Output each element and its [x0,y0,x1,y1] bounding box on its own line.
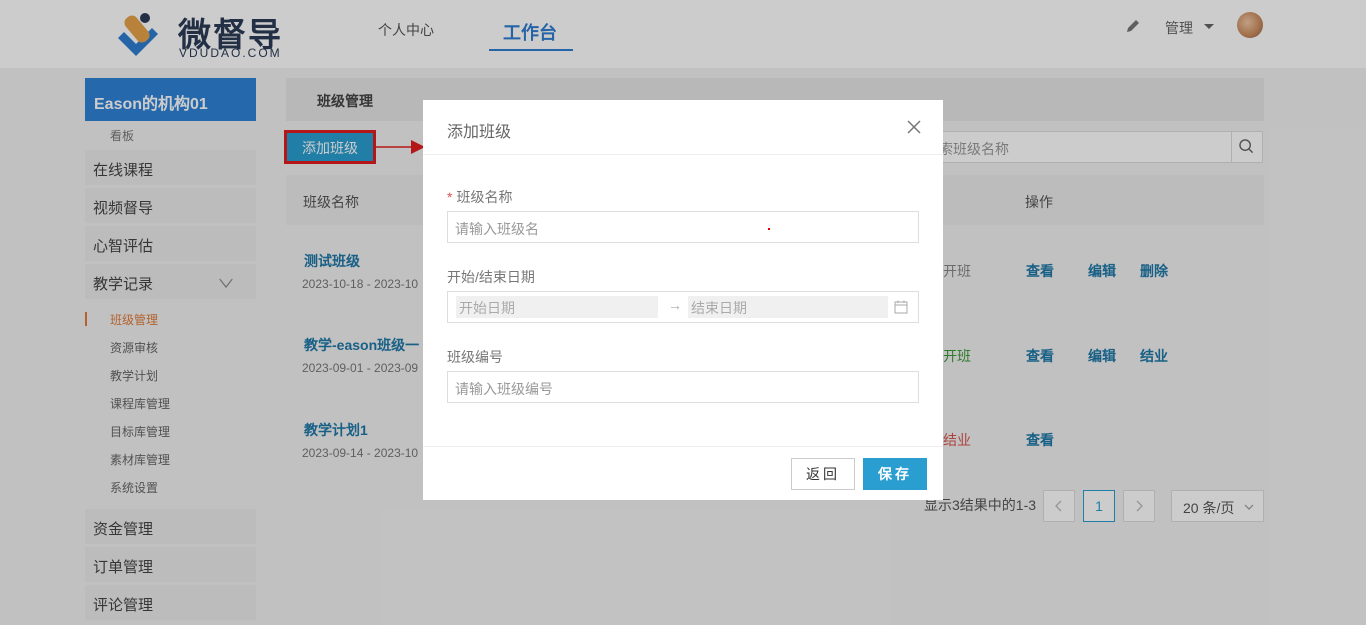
dialog-header-divider [423,154,943,155]
date-range-label: 开始/结束日期 [447,269,535,285]
class-code-label: 班级编号 [447,349,503,365]
calendar-icon[interactable] [894,300,908,314]
close-icon[interactable] [906,119,922,135]
save-button[interactable]: 保存 [863,458,927,490]
class-name-label: * 班级名称 [447,187,512,207]
class-code-input[interactable]: 请输入班级编号 [447,371,919,403]
add-class-dialog: 添加班级 * 班级名称 请输入班级名 开始/结束日期 开始日期 → 结束日期 班级… [423,100,943,500]
start-date-input[interactable]: 开始日期 [456,296,658,318]
date-separator: → [668,297,682,313]
stray-red-dot [768,228,770,230]
date-range-picker[interactable]: 开始日期 → 结束日期 [447,291,919,323]
required-mark: * [447,189,453,205]
end-date-input[interactable]: 结束日期 [688,296,888,318]
back-button[interactable]: 返回 [791,458,855,490]
dialog-title: 添加班级 [447,124,512,141]
class-name-input[interactable]: 请输入班级名 [447,211,919,243]
class-name-label-text: 班级名称 [456,189,513,205]
dialog-footer-divider [423,446,943,447]
